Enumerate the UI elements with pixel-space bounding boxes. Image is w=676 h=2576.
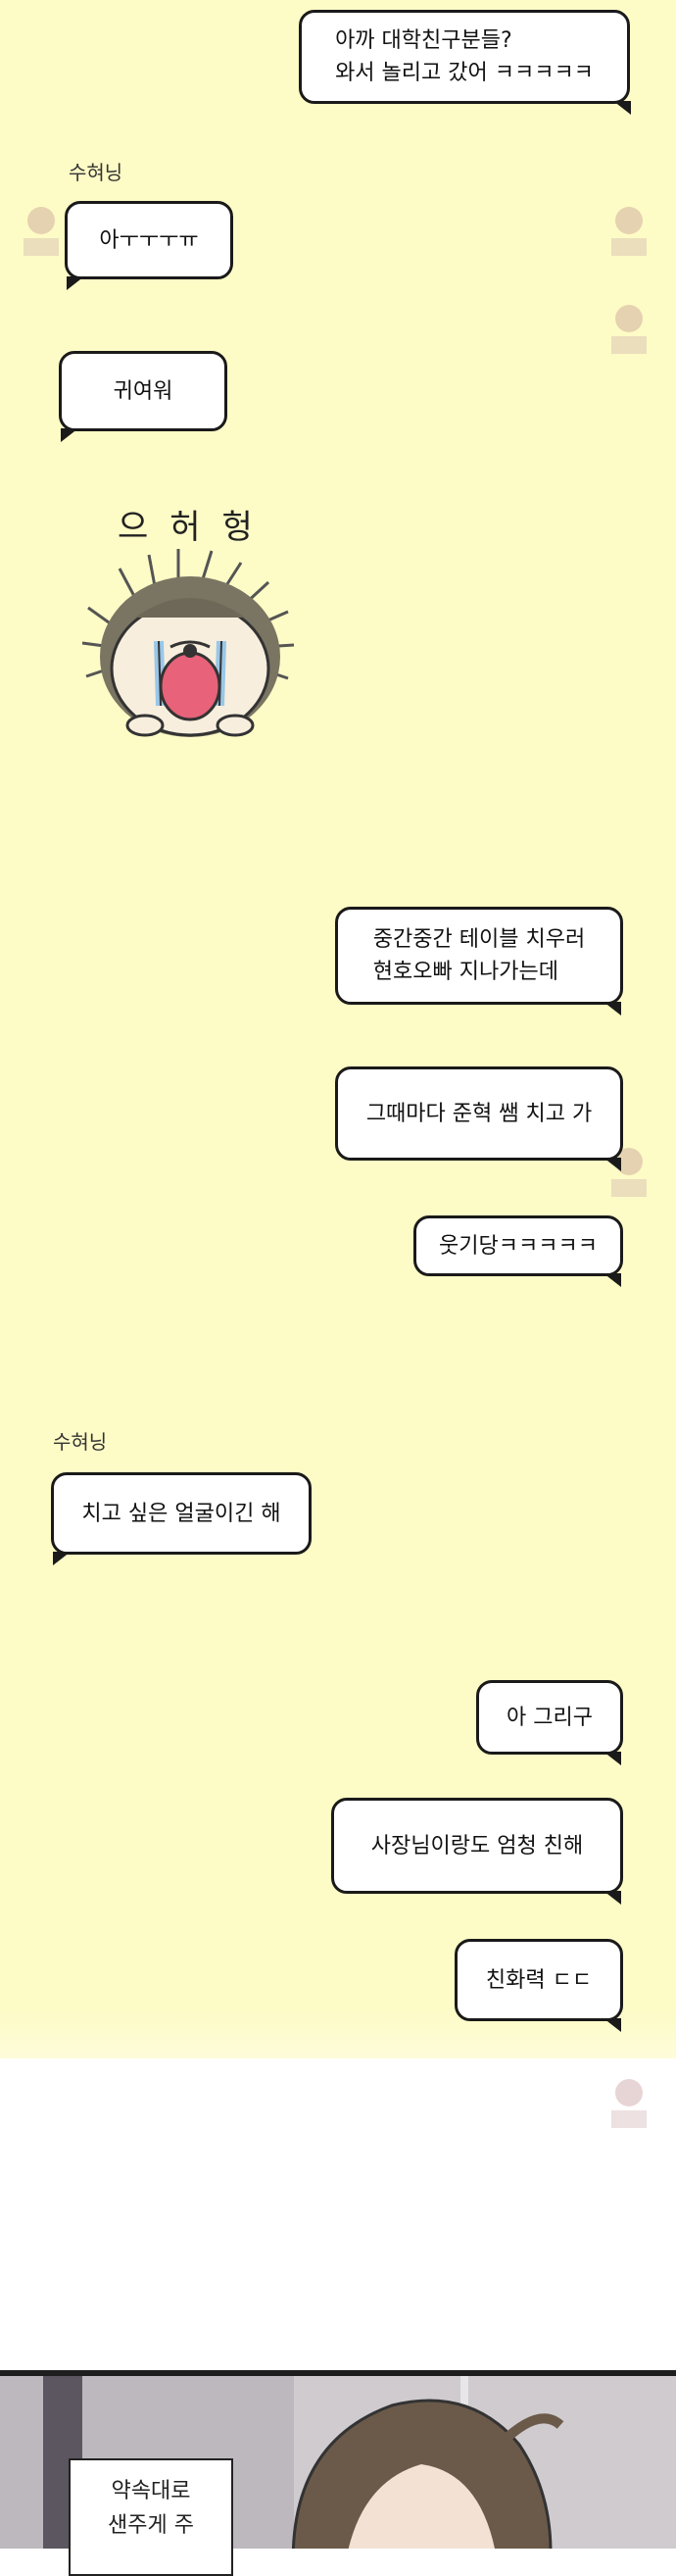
bubble-tail <box>604 1273 621 1287</box>
chat-bubble-incoming: 귀여워 <box>59 351 227 431</box>
bubble-tail <box>604 1752 621 1765</box>
bubble-tail <box>604 1891 621 1905</box>
chat-bubble-outgoing: 아 그리구 <box>476 1680 623 1755</box>
chat-bubble-outgoing: 그때마다 준혁 쌤 치고 가 <box>335 1066 623 1161</box>
message-text: 아까 대학친구분들? 와서 놀리고 갔어 ㅋㅋㅋㅋㅋ <box>335 28 594 85</box>
watermark-icon <box>605 201 652 262</box>
chat-bubble-incoming: 치고 싶은 얼굴이긴 해 <box>51 1472 312 1555</box>
message-text: 친화력 ㄷㄷ <box>485 1967 593 1993</box>
message-text: 중간중간 테이블 치우러 현호오빠 지나가는데 <box>372 927 586 984</box>
crying-hedgehog-icon <box>76 539 304 745</box>
chat-bubble-outgoing: 아까 대학친구분들? 와서 놀리고 갔어 ㅋㅋㅋㅋㅋ <box>299 10 630 104</box>
watermark-icon <box>605 299 652 360</box>
chat-bubble-outgoing: 웃기당ㅋㅋㅋㅋㅋ <box>413 1215 623 1276</box>
chat-bubble-outgoing: 중간중간 테이블 치우러 현호오빠 지나가는데 <box>335 907 623 1005</box>
chat-bubble-outgoing: 사장님이랑도 엄청 친해 <box>331 1798 623 1894</box>
watermark-icon <box>18 201 65 262</box>
message-text: 아ㅜㅜㅜㅠ <box>99 227 199 253</box>
bubble-tail <box>67 276 84 290</box>
message-text: 웃기당ㅋㅋㅋㅋㅋ <box>439 1233 598 1259</box>
message-text: 그때마다 준혁 쌤 치고 가 <box>365 1101 593 1126</box>
sender-name: 수혀닝 <box>69 161 123 184</box>
bubble-tail <box>604 1002 621 1016</box>
message-text: 치고 싶은 얼굴이긴 해 <box>81 1501 281 1526</box>
sender-name: 수혀닝 <box>53 1430 108 1454</box>
bubble-tail <box>604 1158 621 1171</box>
bubble-tail <box>604 2018 621 2032</box>
chat-bubble-incoming: 아ㅜㅜㅜㅠ <box>65 201 233 279</box>
panel-gutter <box>0 2058 676 2372</box>
watermark-icon <box>605 2073 652 2134</box>
bubble-tail <box>61 428 78 442</box>
message-text: 귀여워 <box>113 378 173 404</box>
message-text: 사장님이랑도 엄청 친해 <box>370 1833 584 1858</box>
message-text: 아 그리구 <box>507 1705 593 1730</box>
bubble-tail <box>613 101 631 115</box>
character-hair-icon <box>274 2386 568 2549</box>
narration-box: 약속대로 샌주게 주 <box>69 2458 233 2576</box>
chat-bubble-outgoing: 친화력 ㄷㄷ <box>455 1939 623 2021</box>
bubble-tail <box>53 1552 71 1565</box>
